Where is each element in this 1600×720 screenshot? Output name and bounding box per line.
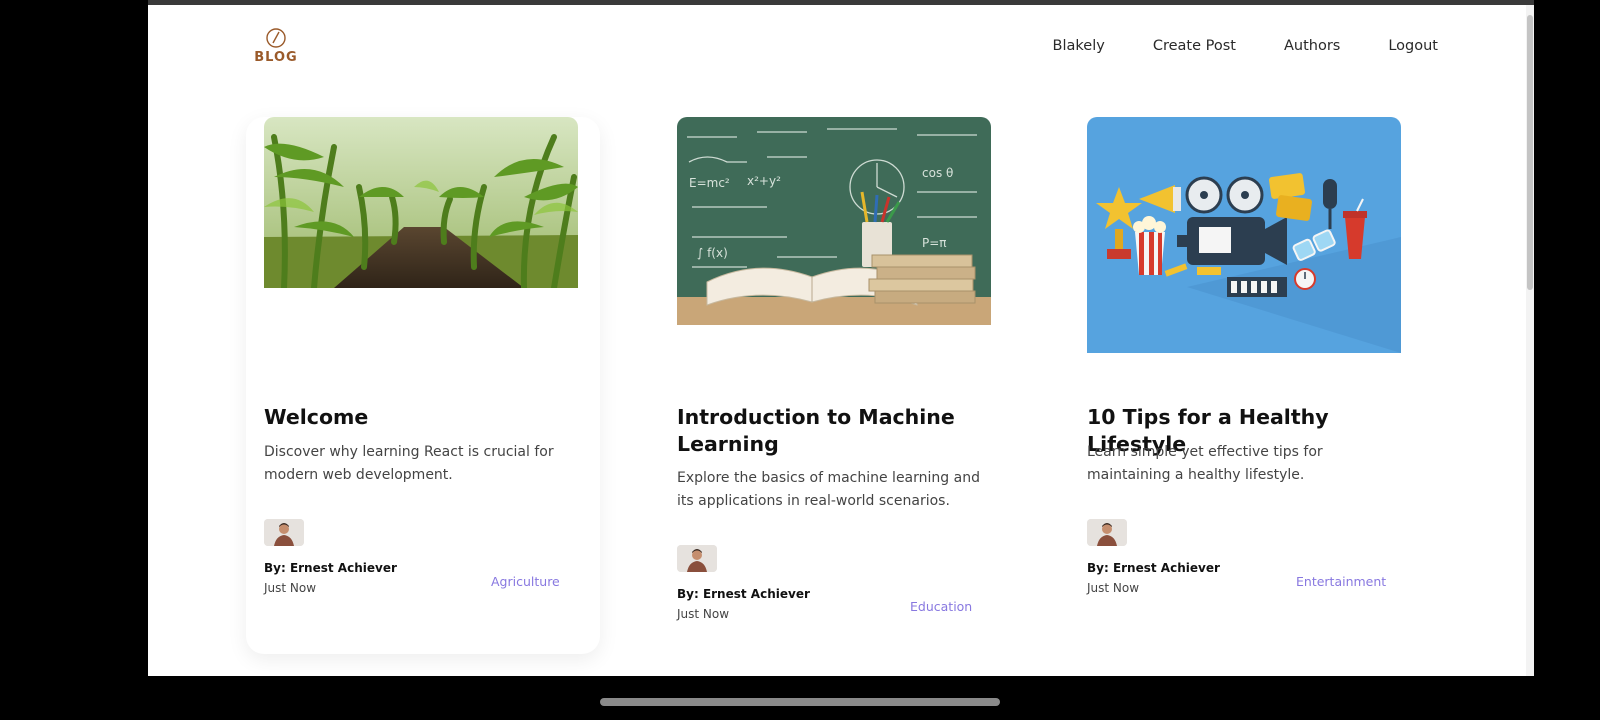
post-excerpt: Explore the basics of machine learning a…	[677, 470, 980, 509]
main-nav: Blakely Create Post Authors Logout	[1053, 38, 1438, 54]
post-author: By: Ernest Achiever	[264, 561, 397, 575]
svg-text:cos θ: cos θ	[922, 166, 953, 180]
scrollbar-thumb[interactable]	[1527, 15, 1533, 290]
post-time: Just Now	[264, 581, 317, 595]
nav-item-authors[interactable]: Authors	[1284, 38, 1340, 54]
home-indicator[interactable]	[600, 698, 1000, 706]
post-category[interactable]: Entertainment	[1296, 574, 1386, 589]
browser-viewport: BLOG Blakely Create Post Authors Logout	[148, 5, 1534, 676]
corn-field-image	[264, 117, 578, 288]
logo[interactable]: BLOG	[254, 27, 298, 65]
author-avatar	[1087, 519, 1127, 546]
post-category[interactable]: Agriculture	[491, 574, 560, 589]
scrollbar[interactable]	[1526, 5, 1534, 676]
post-time: Just Now	[1087, 581, 1140, 595]
svg-text:P=π: P=π	[922, 236, 947, 250]
post-category[interactable]: Education	[910, 599, 972, 614]
post-title[interactable]: Introduction to Machine Learning	[677, 404, 991, 458]
post-title[interactable]: Welcome	[264, 404, 578, 431]
author-avatar	[264, 519, 304, 546]
pen-circle-icon	[266, 28, 286, 48]
cinema-illustration-image	[1087, 117, 1401, 353]
nav-item-create-post[interactable]: Create Post	[1153, 38, 1236, 54]
post-author: By: Ernest Achiever	[1087, 561, 1220, 575]
nav-item-logout[interactable]: Logout	[1388, 38, 1438, 54]
post-time: Just Now	[677, 607, 730, 621]
svg-text:x²+y²: x²+y²	[747, 174, 781, 188]
author-avatar	[677, 545, 717, 572]
svg-text:∫ f(x): ∫ f(x)	[697, 246, 728, 260]
chalkboard-books-image: E=mc² x²+y² cos θ P=π ∫ f(x)	[677, 117, 991, 325]
post-excerpt: Discover why learning React is crucial f…	[264, 444, 554, 483]
svg-text:E=mc²: E=mc²	[689, 176, 730, 190]
post-author: By: Ernest Achiever	[677, 587, 810, 601]
post-card[interactable]: Welcome Discover why learning React is c…	[246, 117, 600, 654]
logo-text: BLOG	[254, 50, 298, 65]
post-excerpt: Learn simple yet effective tips for main…	[1087, 444, 1323, 483]
nav-item-blakely[interactable]: Blakely	[1053, 38, 1105, 54]
